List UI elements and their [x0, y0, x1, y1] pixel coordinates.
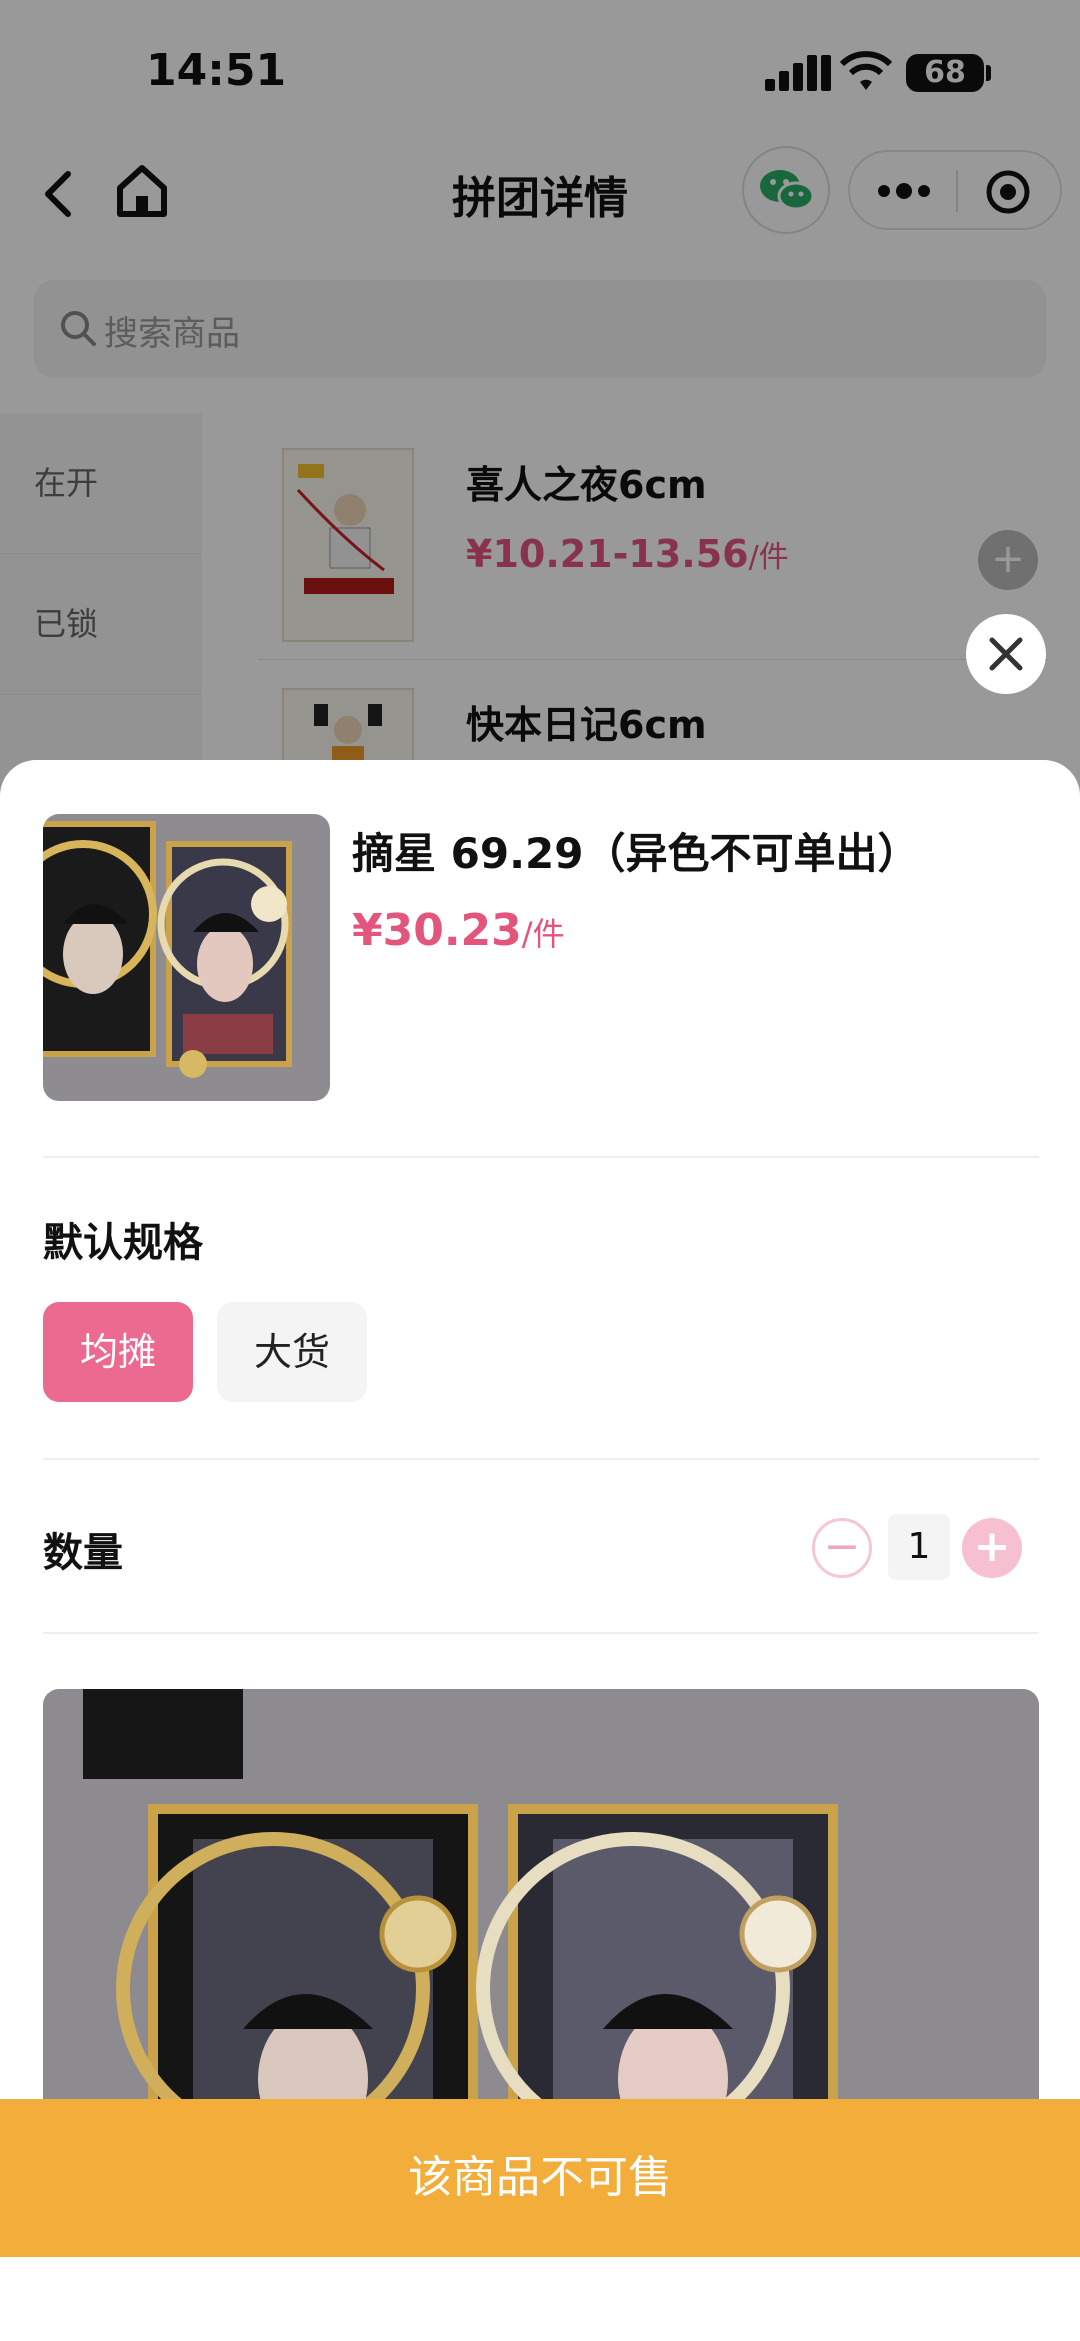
home-indicator-area — [0, 2257, 1080, 2341]
product-image — [43, 814, 330, 1101]
divider — [43, 1156, 1039, 1158]
unavailable-buy-button[interactable]: 该商品不可售 — [0, 2099, 1080, 2257]
sheet-product-thumbnail — [43, 814, 330, 1101]
quantity-value[interactable]: 1 — [888, 1514, 950, 1580]
product-options-sheet: 摘星 69.29（异色不可单出） ¥30.23/件 默认规格 均摊 大货 数量 … — [0, 760, 1080, 2341]
sheet-price-unit: /件 — [521, 915, 565, 953]
sheet-price-value: ¥30.23 — [352, 905, 522, 956]
divider — [43, 1632, 1039, 1634]
spec-label: 默认规格 — [43, 1220, 203, 1266]
divider — [43, 1458, 1039, 1460]
spec-option-bulk[interactable]: 大货 — [217, 1302, 367, 1402]
close-sheet-button[interactable] — [966, 614, 1046, 694]
quantity-decrease-button[interactable]: − — [812, 1518, 872, 1578]
spec-option-average[interactable]: 均摊 — [43, 1302, 193, 1402]
sheet-product-title: 摘星 69.29（异色不可单出） — [352, 829, 920, 878]
close-icon — [989, 637, 1023, 671]
quantity-label: 数量 — [43, 1530, 123, 1576]
quantity-increase-button[interactable]: + — [962, 1518, 1022, 1578]
sheet-product-price: ¥30.23/件 — [352, 905, 565, 956]
